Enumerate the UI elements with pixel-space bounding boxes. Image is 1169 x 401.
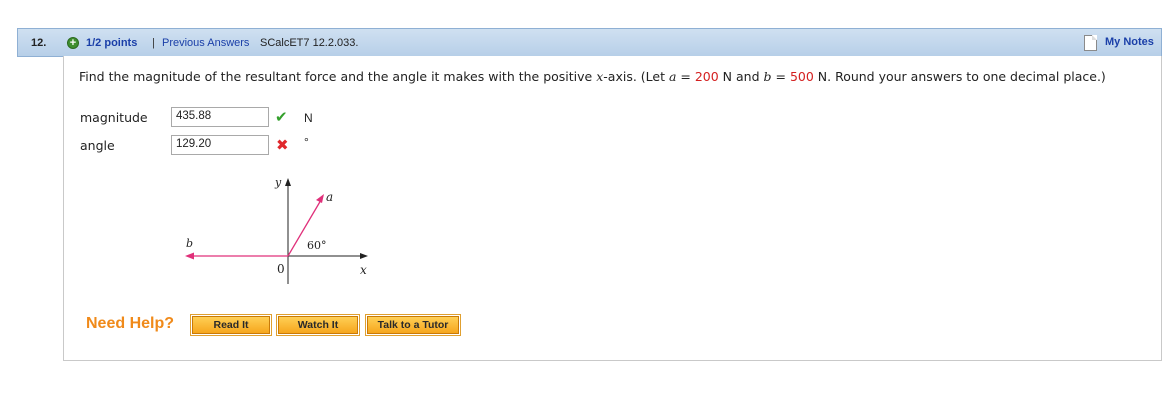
read-it-button[interactable]: Read It: [190, 314, 272, 336]
need-help-label: Need Help?: [86, 315, 175, 332]
watch-it-button[interactable]: Watch It: [276, 314, 360, 336]
question-number: 12.: [31, 37, 47, 49]
x-label: x: [360, 263, 367, 277]
vector-b-arrowhead-icon: [185, 252, 194, 260]
my-notes-link[interactable]: My Notes: [1105, 36, 1154, 48]
magnitude-label: magnitude: [80, 110, 148, 125]
vector-diagram: y a b 60° 0 x: [185, 176, 368, 284]
y-label: y: [274, 176, 282, 189]
x-axis-arrow-icon: [360, 253, 368, 259]
a-label: a: [326, 190, 333, 204]
vector-a-arrowhead-icon: [316, 194, 324, 203]
expand-plus-icon[interactable]: +: [67, 37, 79, 49]
magnitude-input[interactable]: 435.88: [171, 107, 269, 127]
b-label: b: [186, 237, 193, 250]
points-link[interactable]: 1/2 points: [86, 37, 137, 49]
question-text: Find the magnitude of the resultant forc…: [79, 69, 1106, 84]
question-header: 12. + 1/2 points | Previous Answers SCal…: [17, 28, 1162, 57]
correct-check-icon: ✔: [275, 109, 288, 126]
magnitude-unit: N: [304, 111, 313, 125]
angle-unit: °: [304, 135, 309, 149]
previous-answers-link[interactable]: Previous Answers: [162, 37, 249, 49]
angle-60-label: 60°: [307, 239, 327, 252]
incorrect-x-icon: ✖: [276, 137, 289, 154]
separator: |: [152, 37, 155, 49]
notes-page-icon[interactable]: [1084, 35, 1097, 51]
origin-label: 0: [277, 262, 285, 276]
angle-label: angle: [80, 138, 115, 153]
y-axis-arrow-icon: [285, 178, 291, 186]
talk-to-tutor-button[interactable]: Talk to a Tutor: [365, 314, 461, 336]
b-value: 500: [789, 69, 814, 84]
problem-code: SCalcET7 12.2.033.: [260, 37, 359, 49]
a-value: 200: [694, 69, 719, 84]
angle-input[interactable]: 129.20: [171, 135, 269, 155]
